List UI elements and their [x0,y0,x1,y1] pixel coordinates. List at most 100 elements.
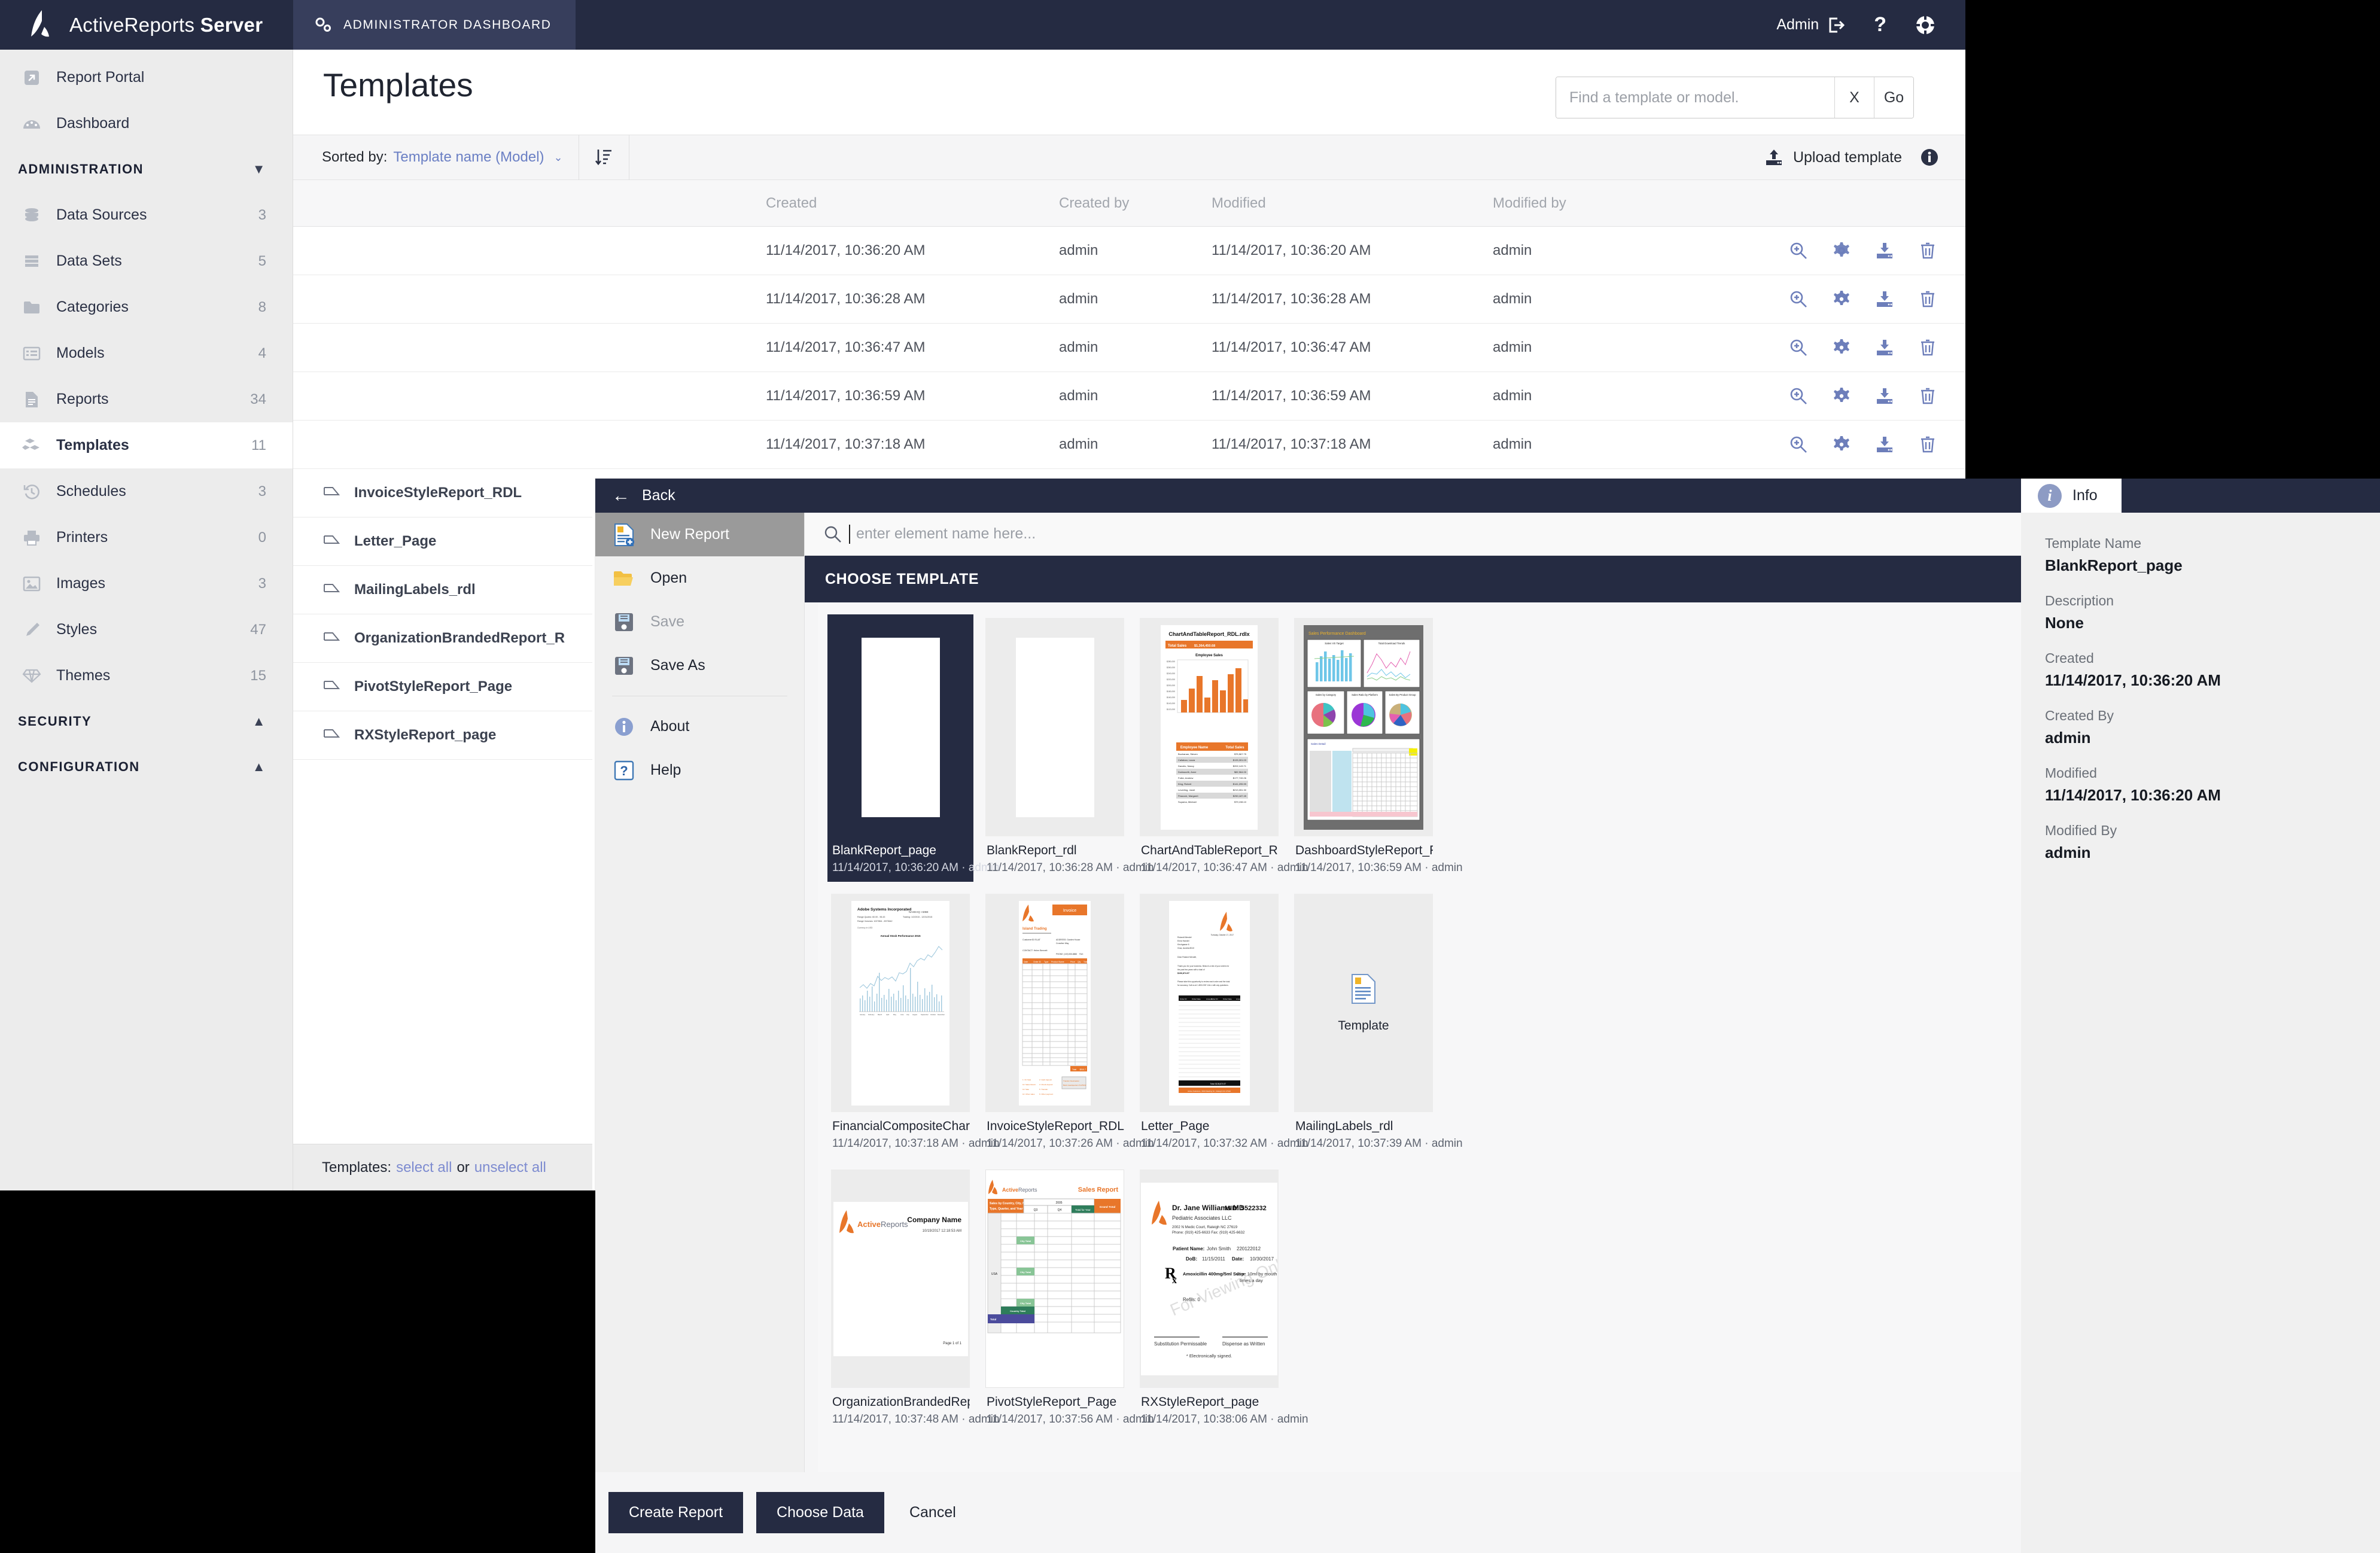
download-icon[interactable] [1874,386,1895,406]
sidebar-item-styles[interactable]: Styles 47 [0,607,293,653]
sort-direction-button[interactable] [579,135,629,180]
brand-logo-area[interactable]: ActiveReports Server [0,0,293,50]
download-icon[interactable] [1874,337,1895,358]
column-header-modified[interactable]: Modified [1212,195,1493,212]
delete-icon[interactable] [1918,386,1938,406]
search-go-button[interactable]: Go [1874,77,1913,118]
svg-text:Dear Roland Mendel,: Dear Roland Mendel, [1177,956,1197,958]
lifebuoy-icon[interactable] [1915,15,1935,35]
menu-item-new-report[interactable]: New Report [595,513,804,556]
preview-icon[interactable] [1788,434,1809,455]
sidebar-item-models[interactable]: Models 4 [0,330,293,376]
svg-text:$140,000: $140,000 [1167,702,1175,705]
template-card-letter-page[interactable]: Tuesday, October 17, 2017 Rolandi Mendel… [1136,890,1308,1158]
preview-icon[interactable] [1788,386,1809,406]
sidebar-item-dashboard[interactable]: Dashboard [0,101,293,147]
table-row[interactable]: PivotStyleReport_Page [293,663,592,711]
search-clear-button[interactable]: X [1834,77,1874,118]
element-search-placeholder[interactable]: enter element name here... [856,525,1036,543]
select-all-link[interactable]: select all [396,1159,452,1176]
tab-info[interactable]: i Info [2021,479,2122,513]
settings-icon[interactable] [1831,434,1852,455]
template-card-invoicestylereport-rdl[interactable]: Invoice Island Trading CustomerID ISLAT … [982,890,1154,1158]
column-header-created[interactable]: Created [766,195,1059,212]
sidebar-item-data-sets[interactable]: Data Sets 5 [0,238,293,284]
unselect-all-link[interactable]: unselect all [474,1159,546,1176]
create-report-button[interactable]: Create Report [608,1492,744,1533]
svg-text:Tuesday, October 17, 2017: Tuesday, October 17, 2017 [1210,934,1233,936]
new-report-icon [612,522,636,548]
svg-text:King, Robert: King, Robert [1178,782,1192,785]
template-card-blankreport-rdl[interactable]: BlankReport_rdl 11/14/2017, 10:36:28 AM … [982,614,1154,882]
table-row[interactable]: MailingLabels_rdl [293,566,592,614]
template-file-icon [323,679,342,695]
sort-by-dropdown[interactable]: Sorted by: Template name (Model) ⌄ [293,135,579,180]
svg-text:CONTACT: Helen Bennett: CONTACT: Helen Bennett [1022,949,1047,952]
sidebar-group-administration[interactable]: ADMINISTRATION ▼ [0,147,293,192]
table-row[interactable]: Letter_Page [293,517,592,566]
select-all-prefix: Templates: [322,1159,392,1176]
back-button[interactable]: ← Back [612,486,675,505]
table-row[interactable]: RXStyleReport_page [293,711,592,760]
folder-icon [20,297,43,318]
settings-icon[interactable] [1831,337,1852,358]
settings-icon[interactable] [1831,386,1852,406]
delete-icon[interactable] [1918,289,1938,309]
upload-template-button[interactable]: Upload template [1764,148,1902,166]
column-header-created-by[interactable]: Created by [1059,195,1212,212]
search-input[interactable] [1556,77,1834,118]
menu-item-save-as[interactable]: Save As [595,644,804,687]
choose-data-button[interactable]: Choose Data [756,1492,884,1533]
download-icon[interactable] [1874,289,1895,309]
menu-item-about[interactable]: About [595,705,804,748]
template-card-pivotstylereport-page[interactable]: ActiveReports Sales Report Sales by Coun… [982,1166,1154,1433]
sidebar-item-reports[interactable]: Reports 34 [0,376,293,422]
sidebar-item-templates[interactable]: Templates 11 [0,422,293,468]
table-row[interactable]: OrganizationBrandedReport_R [293,614,592,663]
sidebar-item-data-sources[interactable]: Data Sources 3 [0,192,293,238]
history-icon [20,482,43,502]
sidebar-label: Models [56,345,105,361]
svg-text:Sales Ratio by Platform: Sales Ratio by Platform [1352,693,1378,696]
sidebar-item-printers[interactable]: Printers 0 [0,514,293,561]
admin-dashboard-tab[interactable]: ADMINISTRATOR DASHBOARD [293,0,576,50]
user-menu[interactable]: Admin [1776,16,1845,34]
sidebar-item-images[interactable]: Images 3 [0,561,293,607]
table-row[interactable]: InvoiceStyleReport_RDL [293,469,592,517]
sidebar-group-security[interactable]: SECURITY ▲ [0,699,293,744]
sidebar-item-report-portal[interactable]: Report Portal [0,54,293,101]
sidebar-group-configuration[interactable]: CONFIGURATION ▲ [0,744,293,790]
sidebar-item-categories[interactable]: Categories 8 [0,284,293,330]
preview-icon[interactable] [1788,337,1809,358]
delete-icon[interactable] [1918,337,1938,358]
column-header-modified-by[interactable]: Modified by [1493,195,1744,212]
template-card-organizationbrandedreport-rdl[interactable]: ActiveReports Company Name 10/19/2017 12… [827,1166,1000,1433]
template-card-dashboardstylereport-rdl[interactable]: Sales Performance Dashboard Sales VS Tar… [1291,614,1463,882]
preview-icon[interactable] [1788,240,1809,261]
svg-text:6: Other payment: 6: Other payment [1039,1093,1053,1095]
settings-icon[interactable] [1831,240,1852,261]
menu-item-help[interactable]: ? Help [595,748,804,792]
template-card-financialcompositechart-rdl[interactable]: Adobe Systems Incorporated NASDAQ: ADBE … [827,890,1000,1158]
template-card-rxstylereport-page[interactable]: Dr. Jane Williams MD MID: 5522332 Pediat… [1136,1166,1308,1433]
cancel-button[interactable]: Cancel [897,1492,968,1533]
field-label-created: Created [2045,650,2094,666]
download-icon[interactable] [1874,240,1895,261]
template-card-mailinglabels-rdl[interactable]: Template MailingLabels_rdl 11/14/2017, 1… [1291,890,1463,1158]
question-box-icon: ? [612,757,636,784]
template-file-icon [323,534,342,549]
help-icon[interactable]: ? [1874,13,1886,36]
download-icon[interactable] [1874,434,1895,455]
delete-icon[interactable] [1918,240,1938,261]
sidebar-item-themes[interactable]: Themes 15 [0,653,293,699]
sidebar-item-schedules[interactable]: Schedules 3 [0,468,293,514]
svg-text:Date:: Date: [1232,1256,1244,1262]
template-card-blankreport-page[interactable]: BlankReport_page 11/14/2017, 10:36:20 AM… [827,614,1000,882]
delete-icon[interactable] [1918,434,1938,455]
preview-icon[interactable] [1788,289,1809,309]
settings-icon[interactable] [1831,289,1852,309]
template-card-chartandtablereport-rdl[interactable]: ChartAndTableReport_RDL.rdlx Total Sales… [1136,614,1308,882]
menu-item-open[interactable]: Open [595,556,804,600]
info-circle-icon[interactable] [1920,148,1939,167]
logout-icon[interactable] [1827,16,1845,34]
